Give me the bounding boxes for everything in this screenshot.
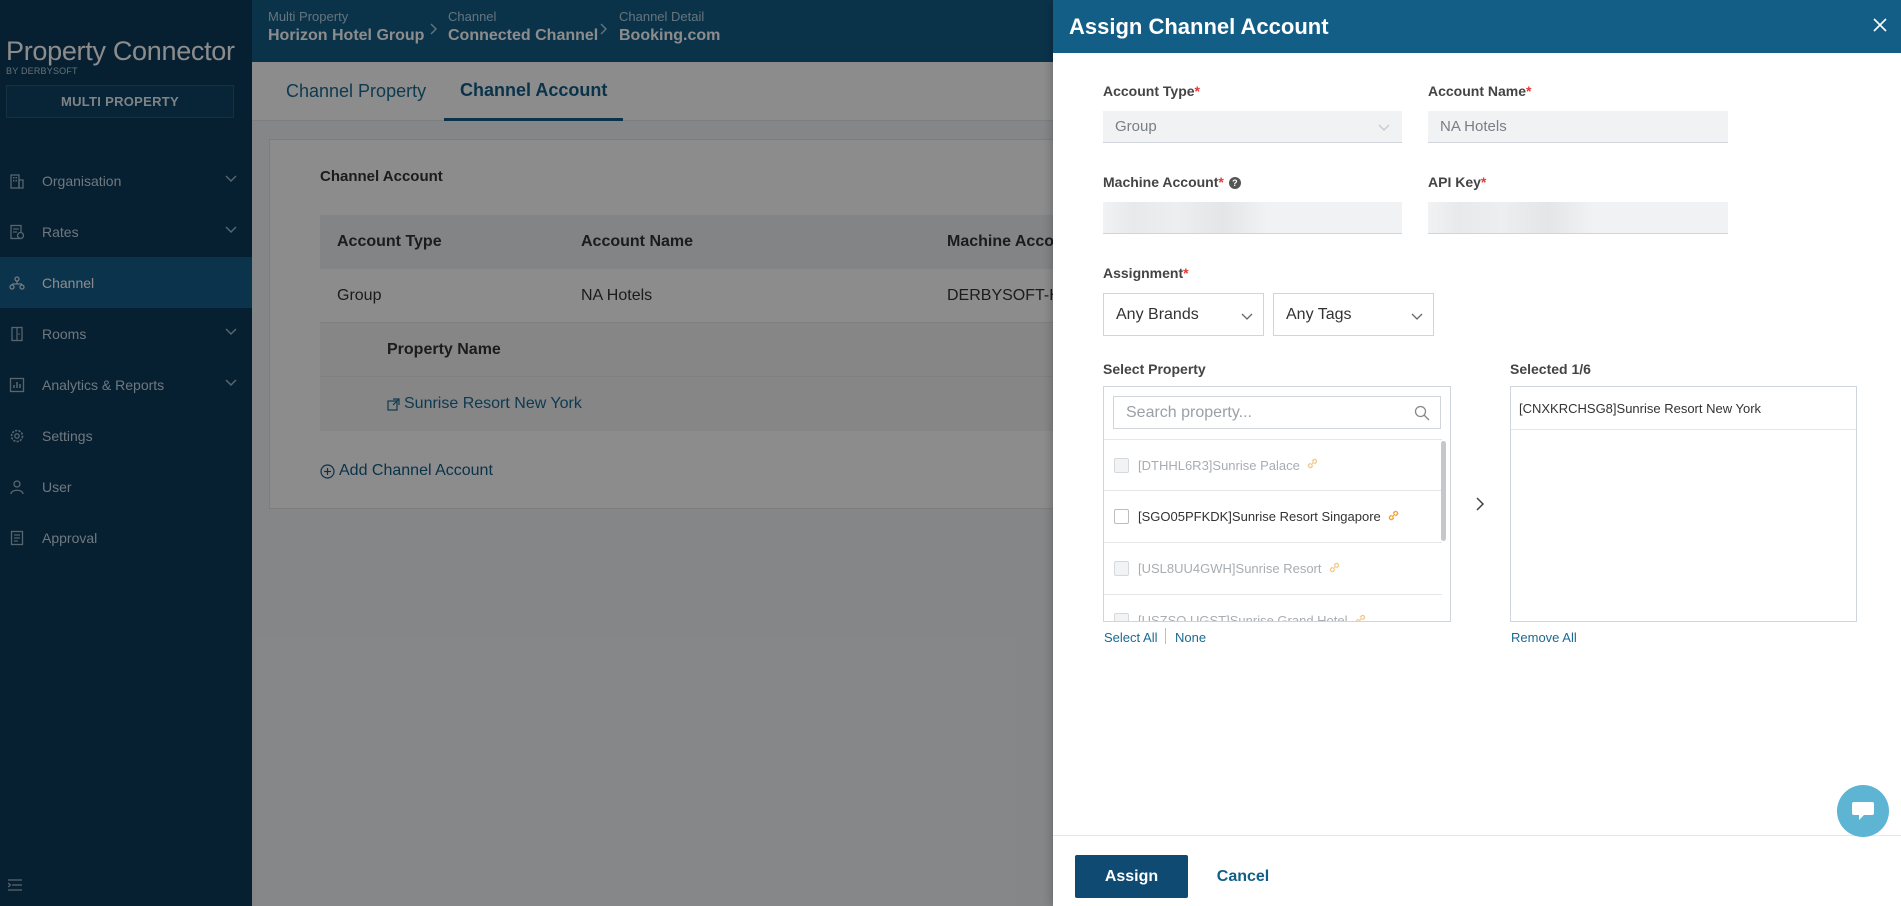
required-marker: * [1194,83,1200,99]
property-label: [SGO05PFKDK]Sunrise Resort Singapore [1138,509,1381,524]
tags-value: Any Tags [1286,305,1352,323]
selected-list-item[interactable]: [CNXKRCHSG8]Sunrise Resort New York [1511,387,1856,430]
list-item[interactable]: [SGO05PFKDK]Sunrise Resort Singapore [1104,491,1442,543]
property-checkbox [1114,457,1129,473]
link-icon [1387,509,1400,525]
account-type-label: Account Type* [1103,83,1200,99]
selected-property-list: [CNXKRCHSG8]Sunrise Resort New York [1510,386,1857,622]
chat-button[interactable] [1837,785,1889,837]
property-checkbox [1114,561,1129,576]
remove-all-link[interactable]: Remove All [1511,630,1577,645]
label-text: Machine Account [1103,174,1219,190]
api-key-label: API Key* [1428,174,1486,190]
assignment-label: Assignment* [1103,265,1189,281]
link-icon [1306,457,1319,473]
select-property-label: Select Property [1103,361,1206,377]
account-name-field: NA Hotels [1428,111,1728,143]
drawer-title: Assign Channel Account [1069,13,1329,39]
select-all-link[interactable]: Select All [1104,630,1157,645]
brands-value: Any Brands [1116,305,1199,323]
chevron-down-icon [1378,120,1390,137]
required-marker: * [1218,174,1224,190]
required-marker: * [1526,83,1532,99]
property-checkbox[interactable] [1114,509,1129,524]
list-item: [DTHHL6R3]Sunrise Palace [1104,439,1442,491]
machine-account-label: Machine Account*? [1103,174,1241,190]
required-marker: * [1480,174,1487,190]
link-icon [1354,613,1367,621]
property-checkbox [1114,613,1129,621]
machine-account-field[interactable] [1103,202,1402,234]
property-search-input[interactable]: Search property... [1113,396,1441,429]
chevron-down-icon [1411,309,1423,327]
move-right-icon[interactable] [1473,496,1487,517]
label-text: Assignment [1103,265,1184,281]
selected-count-label: Selected 1/6 [1510,361,1591,377]
label-text: Account Name [1428,83,1527,99]
label-text: API Key [1428,174,1481,190]
select-none-link[interactable]: None [1175,630,1206,645]
drawer-header: Assign Channel Account [1053,0,1901,53]
account-name-value: NA Hotels [1440,118,1507,135]
search-icon [1414,405,1430,426]
api-key-field[interactable] [1428,202,1728,234]
account-name-label: Account Name* [1428,83,1531,99]
list-item: [USZSQ.UGST]Sunrise Grand Hotel [1104,595,1442,622]
label-text: Account Type [1103,83,1195,99]
drawer-footer: Assign Cancel [1053,835,1901,906]
help-icon[interactable]: ? [1228,177,1241,190]
property-label: [USL8UU4GWH]Sunrise Resort [1138,561,1322,576]
tags-select[interactable]: Any Tags [1273,293,1434,336]
brands-select[interactable]: Any Brands [1103,293,1264,336]
property-label: [DTHHL6R3]Sunrise Palace [1138,457,1300,473]
cancel-button[interactable]: Cancel [1203,855,1283,898]
property-label: [USZSQ.UGST]Sunrise Grand Hotel [1138,613,1348,622]
required-marker: * [1183,265,1189,281]
account-type-select: Group [1103,111,1402,143]
account-type-value: Group [1115,118,1157,135]
search-placeholder: Search property... [1126,403,1252,421]
chat-bubble-icon [1852,802,1874,820]
link-divider [1165,628,1166,644]
list-item: [USL8UU4GWH]Sunrise Resort [1104,543,1442,595]
chevron-down-icon [1241,309,1253,327]
close-icon[interactable] [1869,14,1891,42]
link-icon [1328,561,1341,577]
assign-button[interactable]: Assign [1075,855,1188,898]
property-list: Search property... [DTHHL6R3]Sunrise Pal… [1103,386,1451,622]
property-list-scrollbar[interactable] [1441,441,1446,541]
